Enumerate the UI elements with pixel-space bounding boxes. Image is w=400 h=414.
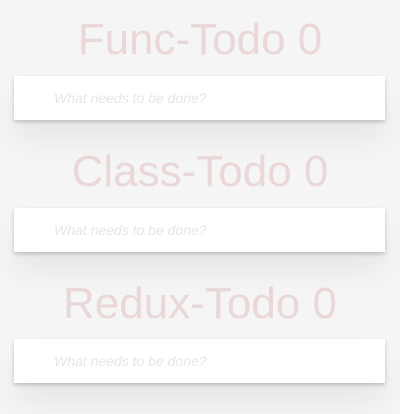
func-todo-title: Func-Todo 0 xyxy=(77,15,323,64)
func-todo-input-container xyxy=(14,76,385,120)
redux-todo-new-input[interactable] xyxy=(14,339,385,383)
redux-todo-input-container xyxy=(14,339,385,383)
class-todo-input-container xyxy=(14,208,385,252)
class-todo-new-input[interactable] xyxy=(14,208,385,252)
redux-todo-title: Redux-Todo 0 xyxy=(63,279,337,328)
func-todo-new-input[interactable] xyxy=(14,76,385,120)
class-todo-title: Class-Todo 0 xyxy=(71,147,329,196)
